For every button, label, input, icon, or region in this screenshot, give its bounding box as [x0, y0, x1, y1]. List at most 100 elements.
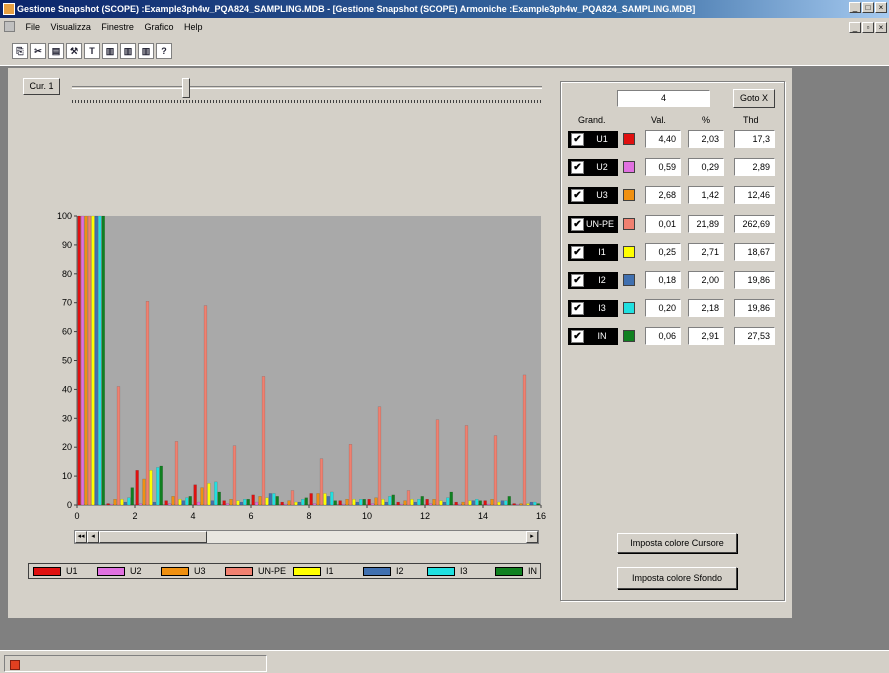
- bar-u3-h14: [461, 501, 465, 506]
- row-val-field[interactable]: 0,01: [645, 215, 681, 233]
- scroll-right-icon[interactable]: ▸: [526, 531, 538, 543]
- legend-swatch: [225, 567, 253, 576]
- bar-i2-h8: [297, 501, 301, 506]
- legend-label: I3: [460, 566, 468, 576]
- row-val-field[interactable]: 0,20: [645, 299, 681, 317]
- cursor-slider-track[interactable]: [72, 86, 542, 89]
- bar-i1-h14: [468, 500, 472, 506]
- help-icon[interactable]: ?: [156, 43, 172, 59]
- copy-icon[interactable]: ⎘: [12, 43, 28, 59]
- row-thd-field[interactable]: 18,67: [734, 243, 775, 261]
- maximize-button[interactable]: □: [862, 2, 874, 13]
- menu-visualizza[interactable]: Visualizza: [47, 22, 95, 32]
- doc-restore-button[interactable]: ▫: [862, 22, 874, 33]
- row-val-field[interactable]: 4,40: [645, 130, 681, 148]
- bar-i3-h6: [243, 499, 247, 506]
- header-val: Val.: [651, 115, 666, 125]
- legend-label: IN: [528, 566, 537, 576]
- menu-file[interactable]: File: [22, 22, 45, 32]
- bar-i1-h8: [294, 501, 298, 506]
- cursor-button[interactable]: Cur. 1: [23, 78, 60, 95]
- row-thd-field[interactable]: 17,3: [734, 130, 775, 148]
- legend-swatch: [363, 567, 391, 576]
- close-button[interactable]: ×: [875, 2, 887, 13]
- row-thd-field[interactable]: 19,86: [734, 299, 775, 317]
- row-val-field[interactable]: 0,06: [645, 327, 681, 345]
- menu-grafico[interactable]: Grafico: [140, 22, 177, 32]
- row-thd-field[interactable]: 12,46: [734, 186, 775, 204]
- row-thd-field[interactable]: 27,53: [734, 327, 775, 345]
- bar-un-pe-h1: [87, 215, 92, 506]
- row-color-swatch[interactable]: [623, 330, 635, 342]
- menu-help[interactable]: Help: [180, 22, 207, 32]
- text-icon[interactable]: T: [84, 43, 100, 59]
- row-pct-field[interactable]: 2,91: [688, 327, 724, 345]
- x-tick-label: 4: [190, 511, 195, 521]
- chart1-icon[interactable]: ▥: [102, 43, 118, 59]
- row-color-swatch[interactable]: [623, 133, 635, 145]
- row-color-swatch[interactable]: [623, 246, 635, 258]
- cursor-slider-thumb[interactable]: [182, 78, 190, 98]
- row-checkbox-u3[interactable]: ✔: [571, 189, 584, 202]
- goto-x-button[interactable]: Goto X: [733, 89, 775, 108]
- row-val-field[interactable]: 0,25: [645, 243, 681, 261]
- chart-hscroll[interactable]: ◂◂ ◂ ▸: [74, 530, 539, 544]
- row-pct-field[interactable]: 21,89: [688, 215, 724, 233]
- row-checkbox-u1[interactable]: ✔: [571, 133, 584, 146]
- paste-icon[interactable]: ▤: [48, 43, 64, 59]
- document-icon[interactable]: [4, 21, 15, 32]
- bar-un-pe-h9: [319, 458, 324, 506]
- row-color-swatch[interactable]: [623, 218, 635, 230]
- header-pct: %: [702, 115, 711, 125]
- row-color-swatch[interactable]: [623, 302, 635, 314]
- doc-close-button[interactable]: ×: [875, 22, 887, 33]
- document-window-controls: _ ▫ ×: [848, 22, 887, 33]
- row-thd-field[interactable]: 19,86: [734, 271, 775, 289]
- menu-finestre[interactable]: Finestre: [97, 22, 138, 32]
- row-checkbox-i2[interactable]: ✔: [571, 274, 584, 287]
- row-checkbox-i3[interactable]: ✔: [571, 302, 584, 315]
- bar-u2-h8: [283, 503, 288, 506]
- row-thd-field[interactable]: 262,69: [734, 215, 775, 233]
- bar-u2-h15: [486, 503, 491, 506]
- y-tick-label: 40: [62, 384, 72, 394]
- legend-swatch: [97, 567, 125, 576]
- bar-i1-h13: [439, 500, 443, 506]
- row-val-field[interactable]: 0,59: [645, 158, 681, 176]
- y-tick-label: 70: [62, 298, 72, 308]
- scroll-thumb[interactable]: [99, 531, 207, 543]
- row-pct-field[interactable]: 2,18: [688, 299, 724, 317]
- bar-in-h14: [478, 500, 482, 506]
- bar-in-h10: [362, 499, 366, 506]
- bar-i2-h11: [384, 501, 388, 506]
- row-checkbox-un-pe[interactable]: ✔: [571, 218, 584, 231]
- set-cursor-color-button[interactable]: Imposta colore Cursore: [617, 533, 737, 553]
- tools-icon[interactable]: ⚒: [66, 43, 82, 59]
- scroll-left-icon[interactable]: ◂: [87, 531, 99, 543]
- row-checkbox-i1[interactable]: ✔: [571, 246, 584, 259]
- cut-icon[interactable]: ✂: [30, 43, 46, 59]
- bar-i3-h4: [185, 497, 189, 506]
- row-pct-field[interactable]: 0,29: [688, 158, 724, 176]
- row-pct-field[interactable]: 1,42: [688, 186, 724, 204]
- row-val-field[interactable]: 2,68: [645, 186, 681, 204]
- row-checkbox-u2[interactable]: ✔: [571, 161, 584, 174]
- doc-minimize-button[interactable]: _: [849, 22, 861, 33]
- row-thd-field[interactable]: 2,89: [734, 158, 775, 176]
- bar-u3-h13: [432, 499, 436, 506]
- row-pct-field[interactable]: 2,03: [688, 130, 724, 148]
- minimize-button[interactable]: _: [849, 2, 861, 13]
- row-pct-field[interactable]: 2,71: [688, 243, 724, 261]
- scroll-left-double-icon[interactable]: ◂◂: [75, 531, 87, 543]
- row-color-swatch[interactable]: [623, 161, 635, 173]
- bar-i1-h9: [323, 493, 327, 506]
- row-pct-field[interactable]: 2,00: [688, 271, 724, 289]
- row-val-field[interactable]: 0,18: [645, 271, 681, 289]
- row-color-swatch[interactable]: [623, 189, 635, 201]
- row-checkbox-in[interactable]: ✔: [571, 330, 584, 343]
- set-background-color-button[interactable]: Imposta colore Sfondo: [617, 567, 737, 589]
- chart2-icon[interactable]: ▥: [120, 43, 136, 59]
- goto-input[interactable]: 4: [617, 90, 710, 107]
- chart3-icon[interactable]: ▥: [138, 43, 154, 59]
- row-color-swatch[interactable]: [623, 274, 635, 286]
